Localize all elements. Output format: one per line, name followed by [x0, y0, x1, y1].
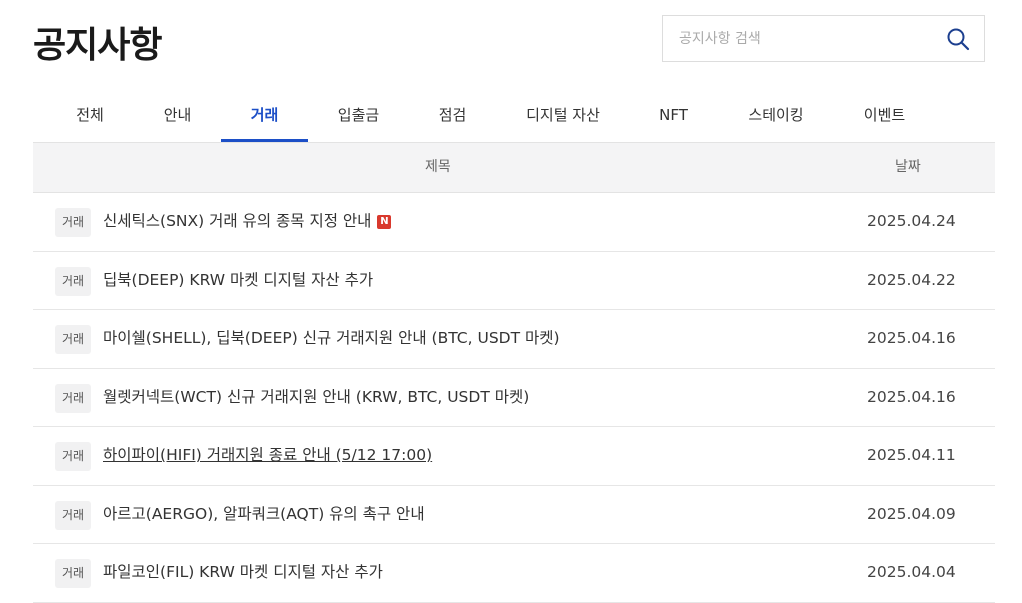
tab-event[interactable]: 이벤트 [841, 92, 928, 142]
category-badge: 거래 [55, 383, 92, 413]
category-badge: 거래 [55, 266, 92, 296]
notice-list: 거래 신세틱스(SNX) 거래 유의 종목 지정 안내 N 2025.04.24 … [33, 193, 995, 603]
notice-date: 2025.04.11 [867, 446, 956, 464]
category-badge: 거래 [55, 208, 92, 237]
category-tabs: 전체 안내 거래 입출금 점검 디지털 자산 NFT 스테이킹 이벤트 [33, 92, 995, 142]
search-input[interactable] [679, 16, 939, 61]
category-badge: 거래 [55, 500, 92, 530]
table-row[interactable]: 거래 파일코인(FIL) KRW 마켓 디지털 자산 추가 2025.04.04 [33, 544, 995, 603]
tab-maintenance[interactable]: 점검 [409, 92, 496, 142]
tab-deposit-withdrawal[interactable]: 입출금 [315, 92, 402, 142]
notice-title[interactable]: 월렛커넥트(WCT) 신규 거래지원 안내 (KRW, BTC, USDT 마켓… [103, 369, 529, 426]
notice-date: 2025.04.22 [867, 270, 956, 289]
page-title: 공지사항 [33, 25, 162, 66]
table-row[interactable]: 거래 신세틱스(SNX) 거래 유의 종목 지정 안내 N 2025.04.24 [33, 193, 995, 252]
header-date: 날짜 [895, 159, 921, 175]
notice-title[interactable]: 파일코인(FIL) KRW 마켓 디지털 자산 추가 [103, 544, 383, 601]
table-row[interactable]: 거래 하이파이(HIFI) 거래지원 종료 안내 (5/12 17:00) 20… [33, 427, 995, 486]
category-badge: 거래 [55, 325, 92, 354]
notice-date: 2025.04.24 [867, 212, 956, 230]
tab-trade[interactable]: 거래 [221, 92, 308, 142]
header-title: 제목 [425, 159, 451, 175]
search-box [662, 15, 985, 62]
table-row[interactable]: 거래 월렛커넥트(WCT) 신규 거래지원 안내 (KRW, BTC, USDT… [33, 369, 995, 427]
notice-date: 2025.04.09 [867, 504, 956, 523]
notice-date: 2025.04.16 [867, 329, 956, 347]
search-icon[interactable] [946, 27, 970, 51]
tab-nft[interactable]: NFT [630, 92, 717, 142]
notice-date: 2025.04.16 [867, 387, 956, 406]
table-row[interactable]: 거래 마이쉘(SHELL), 딥북(DEEP) 신규 거래지원 안내 (BTC,… [33, 310, 995, 369]
notice-title[interactable]: 마이쉘(SHELL), 딥북(DEEP) 신규 거래지원 안내 (BTC, US… [103, 310, 560, 367]
notice-title[interactable]: 딥북(DEEP) KRW 마켓 디지털 자산 추가 [103, 252, 373, 309]
tab-guide[interactable]: 안내 [134, 92, 221, 142]
tab-all[interactable]: 전체 [33, 92, 147, 142]
new-badge: N [377, 214, 392, 229]
tab-digital-assets[interactable]: 디지털 자산 [513, 92, 613, 142]
notice-title[interactable]: 하이파이(HIFI) 거래지원 종료 안내 (5/12 17:00) [103, 427, 432, 484]
tab-staking[interactable]: 스테이킹 [731, 92, 821, 142]
table-row[interactable]: 거래 딥북(DEEP) KRW 마켓 디지털 자산 추가 2025.04.22 [33, 252, 995, 310]
notice-title[interactable]: 신세틱스(SNX) 거래 유의 종목 지정 안내 N [103, 193, 392, 250]
table-header: 제목 날짜 [33, 142, 995, 193]
category-badge: 거래 [55, 559, 92, 588]
table-row[interactable]: 거래 아르고(AERGO), 알파쿼크(AQT) 유의 촉구 안내 2025.0… [33, 486, 995, 544]
notice-title-text: 신세틱스(SNX) 거래 유의 종목 지정 안내 [103, 212, 372, 230]
notice-title[interactable]: 아르고(AERGO), 알파쿼크(AQT) 유의 촉구 안내 [103, 486, 425, 543]
category-badge: 거래 [55, 442, 92, 471]
notice-date: 2025.04.04 [867, 563, 956, 581]
